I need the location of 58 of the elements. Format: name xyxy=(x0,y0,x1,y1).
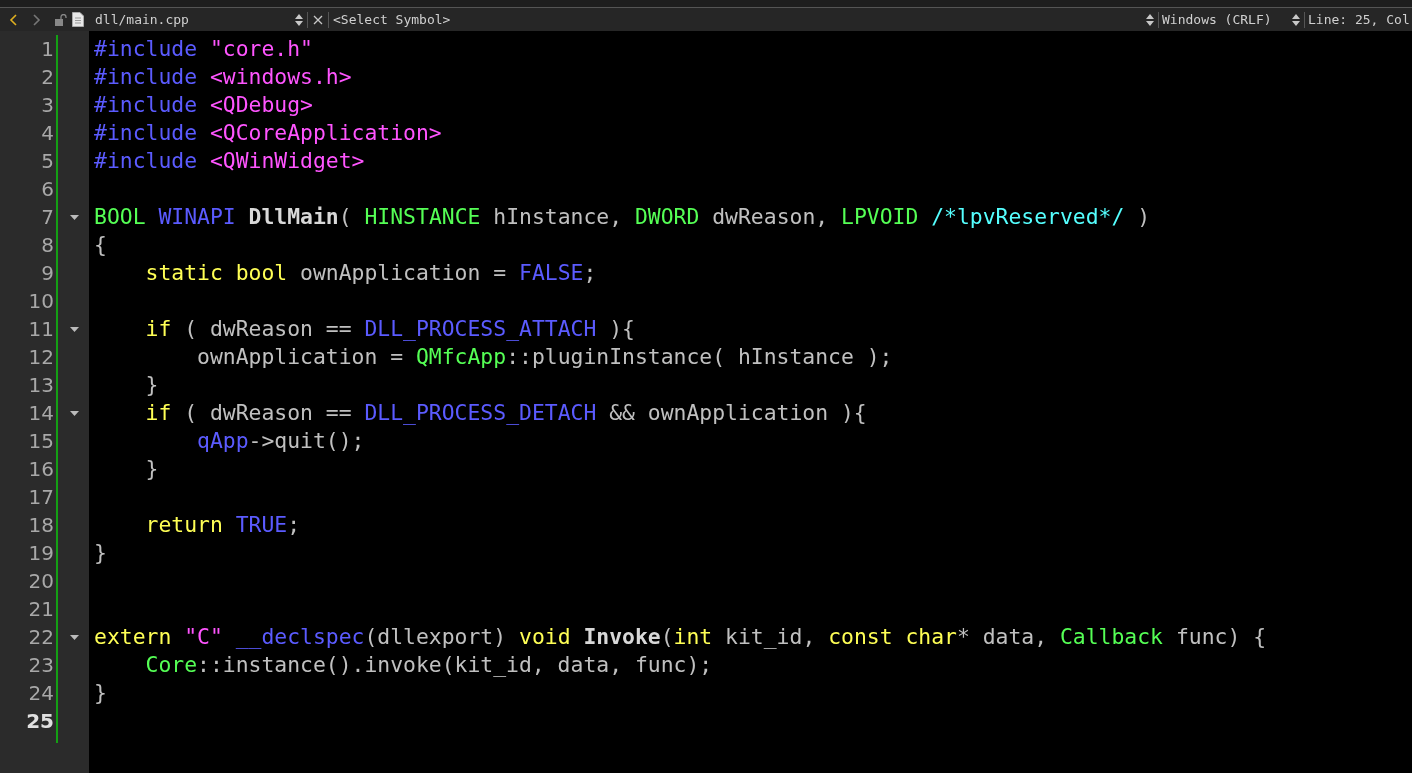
line-number: 15 xyxy=(27,428,55,455)
up-down-arrows-icon[interactable] xyxy=(1146,13,1154,26)
line-number: 2 xyxy=(40,64,55,91)
code-line: static bool ownApplication = FALSE; xyxy=(144,259,597,287)
code-line: #include "core.h" xyxy=(94,35,313,63)
line-number: 10 xyxy=(27,288,55,315)
line-number: 14 xyxy=(27,400,55,427)
file-name[interactable]: dll/main.cpp xyxy=(95,9,295,30)
code-line: #include <QCoreApplication> xyxy=(94,119,442,147)
code-line: { xyxy=(94,231,107,259)
line-number: 7 xyxy=(40,204,55,231)
line-number: 1 xyxy=(40,36,55,63)
code-line: BOOL WINAPI DllMain( HINSTANCE hInstance, DWORD dwReason, LPVOID /*lpvReserved*/ ) xyxy=(94,203,1151,231)
code-line: } xyxy=(94,539,107,567)
code-line: if ( dwReason == DLL_PROCESS_ATTACH ){ xyxy=(144,315,635,343)
line-number: 5 xyxy=(40,148,55,175)
line-number: 12 xyxy=(27,344,55,371)
line-number: 11 xyxy=(27,316,55,343)
line-number: 9 xyxy=(40,260,55,287)
code-line: extern "C" __declspec(dllexport) void Invoke(int kit_id, const char* data, Callback func) { xyxy=(94,623,1267,651)
line-number: 24 xyxy=(27,680,55,707)
line-number: 21 xyxy=(27,596,55,623)
document-icon xyxy=(72,12,84,27)
line-number: 8 xyxy=(40,232,55,259)
line-number: 13 xyxy=(27,372,55,399)
code-line: #include <QWinWidget> xyxy=(94,147,365,175)
code-line: } xyxy=(144,371,159,399)
line-number: 6 xyxy=(40,176,55,203)
line-number: 18 xyxy=(27,512,55,539)
close-icon[interactable] xyxy=(313,14,323,25)
cursor-position: Line: 25, Col xyxy=(1308,10,1411,29)
up-down-arrows-icon[interactable] xyxy=(1292,13,1300,26)
fold-arrow-icon[interactable] xyxy=(70,634,79,640)
code-line: } xyxy=(94,679,107,707)
code-line: qApp->quit(); xyxy=(196,427,365,455)
code-line: } xyxy=(144,455,159,483)
line-number: 3 xyxy=(40,92,55,119)
fold-arrow-icon[interactable] xyxy=(70,410,79,416)
code-line: #include <windows.h> xyxy=(94,63,352,91)
code-line: Core::instance().invoke(kit_id, data, func); xyxy=(144,651,713,679)
code-line: ownApplication = QMfcApp::pluginInstance( hInstance ); xyxy=(196,343,893,371)
line-number: 20 xyxy=(27,568,55,595)
line-number: 25 xyxy=(25,708,55,735)
line-number: 23 xyxy=(27,652,55,679)
code-line: #include <QDebug> xyxy=(94,91,313,119)
up-down-arrows-icon[interactable] xyxy=(295,13,303,26)
symbol-selector[interactable]: <Select Symbol> xyxy=(333,9,451,30)
line-ending-selector[interactable]: Windows (CRLF) xyxy=(1162,9,1292,30)
code-line: if ( dwReason == DLL_PROCESS_DETACH && ownApplication ){ xyxy=(144,399,867,427)
line-number: 16 xyxy=(27,456,55,483)
padlock-icon[interactable] xyxy=(55,13,67,26)
line-number: 17 xyxy=(27,484,55,511)
line-number: 19 xyxy=(27,540,55,567)
code-line: return TRUE; xyxy=(144,511,301,539)
line-number: 22 xyxy=(27,624,55,651)
line-number: 4 xyxy=(40,120,55,147)
fold-arrow-icon[interactable] xyxy=(70,326,79,332)
fold-arrow-icon[interactable] xyxy=(70,214,79,220)
